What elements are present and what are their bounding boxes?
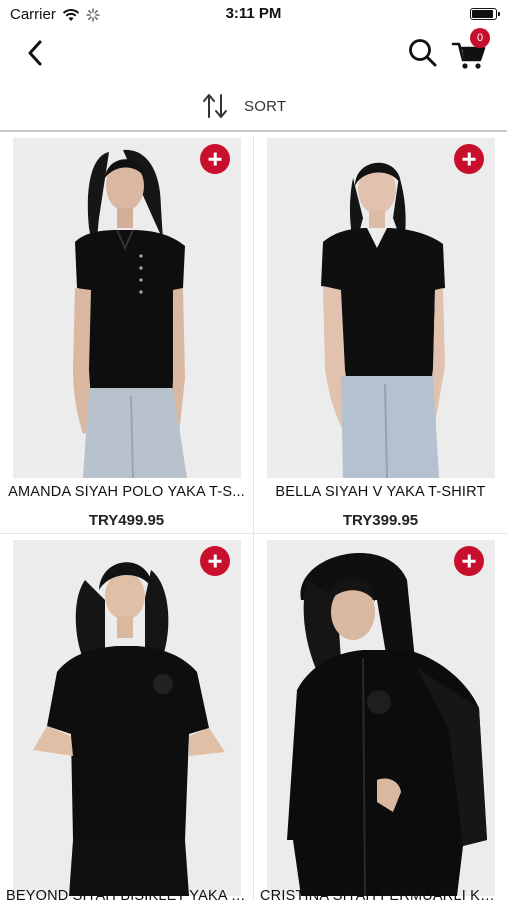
back-button[interactable] bbox=[18, 36, 52, 70]
product-name: BEYOND SİYAH BİSİKLET YAKA T... bbox=[6, 888, 247, 900]
add-to-cart-button[interactable] bbox=[200, 546, 230, 576]
product-grid: AMANDA SİYAH POLO YAKA T-S... TRY499.95 bbox=[0, 134, 507, 900]
nav-bar: 0 bbox=[0, 28, 507, 80]
product-card[interactable]: BEYOND SİYAH BİSİKLET YAKA T... bbox=[0, 534, 253, 900]
product-image[interactable] bbox=[267, 138, 495, 478]
product-price: TRY399.95 bbox=[342, 512, 419, 529]
add-to-cart-button[interactable] bbox=[454, 144, 484, 174]
sort-bar: SORT bbox=[0, 82, 507, 132]
sort-arrows-icon bbox=[203, 94, 227, 118]
sort-label: SORT bbox=[244, 97, 287, 115]
cart-count-badge: 0 bbox=[470, 28, 490, 48]
battery-level bbox=[472, 10, 493, 18]
add-to-cart-button[interactable] bbox=[454, 546, 484, 576]
battery-icon bbox=[470, 8, 500, 20]
product-card[interactable]: CRISTINA SİYAH FERMUARLI KA... bbox=[254, 534, 507, 900]
product-price: TRY499.95 bbox=[88, 512, 165, 529]
search-icon bbox=[409, 39, 437, 67]
chevron-left-icon bbox=[28, 40, 42, 66]
product-name: CRISTINA SİYAH FERMUARLI KA... bbox=[260, 888, 501, 900]
product-image[interactable] bbox=[13, 540, 241, 896]
sort-button[interactable]: SORT bbox=[200, 90, 286, 122]
product-list-screen: Carrier 3:11 PM 0 SORT AMANDA SİYAH POLO… bbox=[0, 0, 507, 900]
product-name: AMANDA SİYAH POLO YAKA T-S... bbox=[8, 484, 245, 500]
add-to-cart-button[interactable] bbox=[200, 144, 230, 174]
product-image[interactable] bbox=[13, 138, 241, 478]
product-card[interactable]: BELLA SİYAH V YAKA T-SHIRT TRY399.95 bbox=[254, 134, 507, 533]
status-bar: Carrier 3:11 PM bbox=[0, 0, 507, 28]
status-time: 3:11 PM bbox=[225, 5, 282, 22]
product-card[interactable]: AMANDA SİYAH POLO YAKA T-S... TRY499.95 bbox=[0, 134, 253, 533]
product-name: BELLA SİYAH V YAKA T-SHIRT bbox=[275, 484, 486, 500]
search-button[interactable] bbox=[406, 36, 440, 70]
product-image[interactable] bbox=[267, 540, 495, 896]
